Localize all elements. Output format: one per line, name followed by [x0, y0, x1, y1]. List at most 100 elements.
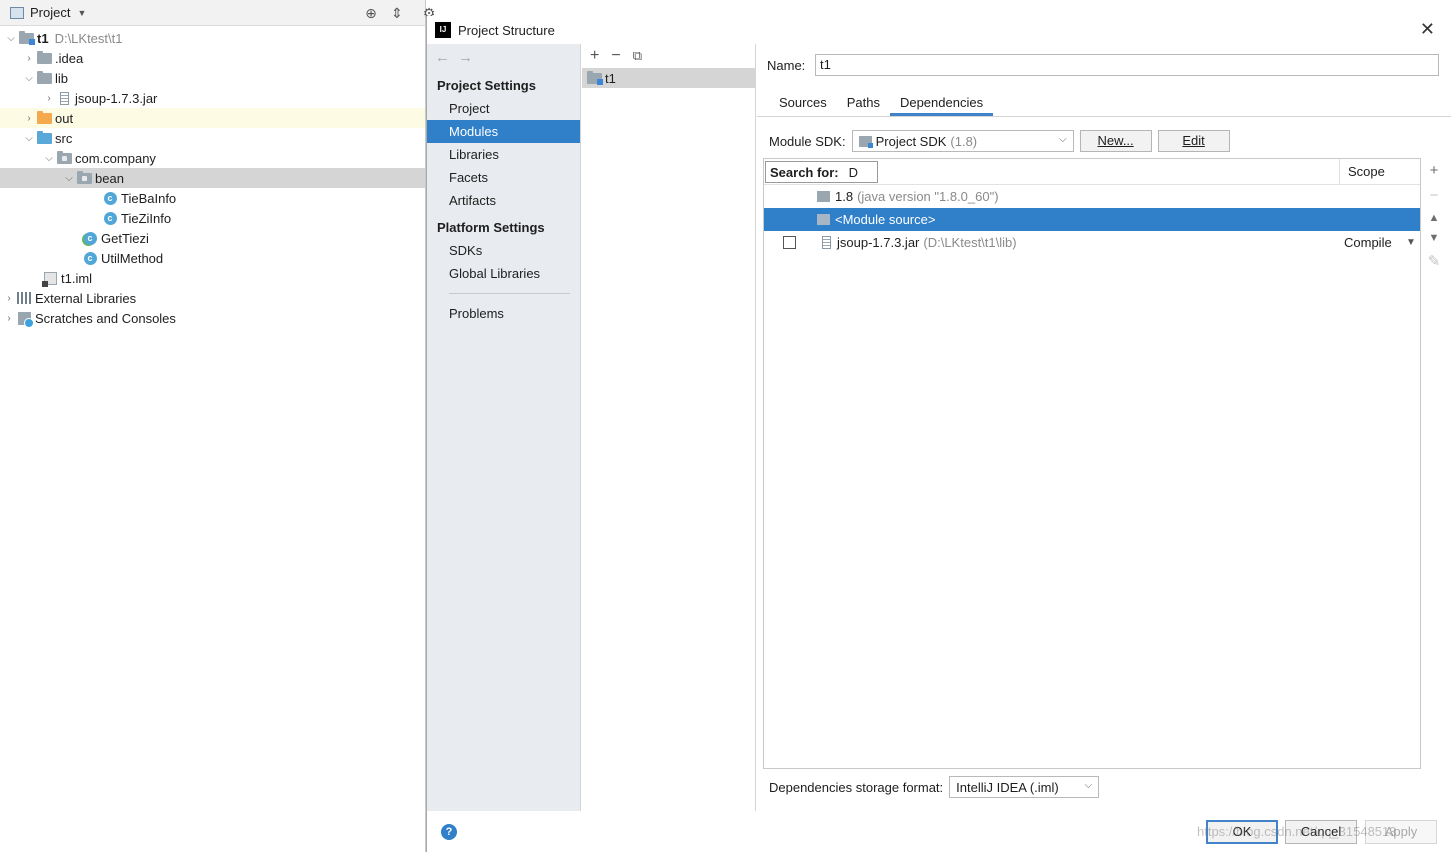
edit-pencil-icon[interactable]: ✎: [1428, 252, 1441, 270]
nav-item-problems[interactable]: Problems: [427, 302, 580, 325]
new-sdk-button[interactable]: New...: [1079, 130, 1152, 152]
nav-item-libraries[interactable]: Libraries: [427, 143, 580, 166]
chevron-down-icon[interactable]: ⌵: [62, 173, 76, 184]
nav-item-facets[interactable]: Facets: [427, 166, 580, 189]
help-icon[interactable]: ?: [441, 824, 457, 840]
tree-item-utilmethod[interactable]: c UtilMethod: [0, 248, 425, 268]
search-input[interactable]: D: [843, 165, 877, 180]
tree-item-scratches[interactable]: › Scratches and Consoles: [0, 308, 425, 328]
nav-item-artifacts[interactable]: Artifacts: [427, 189, 580, 212]
nav-item-sdks[interactable]: SDKs: [427, 239, 580, 262]
modules-list-panel: + − ⧉ t1: [582, 44, 756, 811]
edit-sdk-button[interactable]: Edit: [1157, 130, 1230, 152]
dependency-row-module-source[interactable]: <Module source>: [764, 208, 1420, 231]
table-search-popup[interactable]: Search for: D: [765, 161, 878, 183]
remove-icon[interactable]: −: [611, 47, 620, 65]
class-icon: c: [102, 211, 118, 225]
project-view-selector[interactable]: Project: [30, 5, 70, 20]
tree-item-gettiezi[interactable]: c GetTiezi: [0, 228, 425, 248]
ok-button[interactable]: OK: [1206, 820, 1278, 844]
scope-column-header[interactable]: Scope: [1339, 159, 1421, 185]
copy-icon[interactable]: ⧉: [633, 48, 642, 64]
class-icon: c: [102, 191, 118, 205]
tree-item-tiezinfo[interactable]: c TieZiInfo: [0, 208, 425, 228]
module-sdk-label: Module SDK:: [769, 133, 846, 149]
excluded-folder-icon: [36, 110, 52, 125]
cancel-button[interactable]: Cancel: [1285, 820, 1357, 844]
tree-item-out[interactable]: › out: [0, 108, 425, 128]
jdk-folder-icon: [817, 191, 830, 202]
main-class-icon: c: [82, 231, 98, 245]
libraries-icon: [16, 291, 32, 305]
tree-item-t1-iml[interactable]: t1.iml: [0, 268, 425, 288]
project-structure-dialog: IJ Project Structure ✕ ← → Project Setti…: [426, 16, 1451, 852]
chevron-down-icon[interactable]: ▼: [77, 8, 86, 18]
module-item-t1[interactable]: t1: [582, 68, 755, 88]
storage-format-label: Dependencies storage format:: [769, 779, 944, 795]
chevron-right-icon[interactable]: ›: [22, 53, 36, 64]
tab-paths[interactable]: Paths: [837, 90, 890, 116]
add-icon[interactable]: +: [1430, 162, 1439, 179]
name-label: Name:: [767, 57, 806, 73]
chevron-right-icon[interactable]: ›: [2, 313, 16, 324]
dependency-row-jdk[interactable]: 1.8 (java version "1.8.0_60"): [764, 185, 1420, 208]
forward-arrow-icon[interactable]: →: [458, 49, 473, 66]
chevron-down-icon[interactable]: ⌵: [4, 33, 18, 44]
locate-icon[interactable]: ⊕: [362, 4, 380, 22]
project-tool-window: Project ▼ ⊕ ⇕ ⚙ ⌵ t1 D:\LKtest\t1 › .ide…: [0, 0, 435, 852]
tree-item-t1[interactable]: ⌵ t1 D:\LKtest\t1: [0, 28, 425, 48]
chevron-down-icon[interactable]: ⌵: [22, 73, 36, 84]
back-arrow-icon[interactable]: ←: [435, 49, 450, 66]
project-panel-header: Project ▼ ⊕ ⇕ ⚙: [0, 0, 435, 26]
chevron-right-icon[interactable]: ›: [2, 293, 16, 304]
tabs-divider: [757, 116, 1451, 117]
tree-item-com-company[interactable]: ⌵ com.company: [0, 148, 425, 168]
tree-item-jsoup-jar[interactable]: › jsoup-1.7.3.jar: [0, 88, 425, 108]
package-icon: [56, 150, 72, 165]
tab-sources[interactable]: Sources: [769, 90, 837, 116]
settings-nav: ← → Project Settings Project Modules Lib…: [427, 44, 581, 811]
nav-item-project[interactable]: Project: [427, 97, 580, 120]
chevron-down-icon[interactable]: ▼: [1406, 231, 1416, 254]
tree-item-bean[interactable]: ⌵ bean: [0, 168, 425, 188]
add-icon[interactable]: +: [590, 47, 599, 65]
chevron-down-icon[interactable]: ⌵: [42, 153, 56, 164]
apply-button[interactable]: Apply: [1365, 820, 1437, 844]
collapse-all-icon[interactable]: ⇕: [388, 4, 406, 22]
dialog-title-bar: IJ Project Structure ✕: [427, 16, 1451, 44]
module-sdk-select[interactable]: Project SDK (1.8) ⌵: [851, 130, 1074, 152]
storage-format-select[interactable]: IntelliJ IDEA (.iml) ⌵: [949, 776, 1100, 798]
tree-item-src[interactable]: ⌵ src: [0, 128, 425, 148]
chevron-right-icon[interactable]: ›: [42, 93, 56, 104]
module-tabs: Sources Paths Dependencies: [769, 90, 994, 116]
project-tree[interactable]: ⌵ t1 D:\LKtest\t1 › .idea ⌵ lib › jsoup-…: [0, 28, 425, 328]
package-icon: [76, 170, 92, 185]
chevron-down-icon[interactable]: ⌵: [22, 133, 36, 144]
class-icon: c: [82, 251, 98, 265]
scope-select[interactable]: Compile: [1344, 231, 1392, 254]
dependencies-table-header: Search for: D Scope: [764, 159, 1420, 185]
tree-item-idea[interactable]: › .idea: [0, 48, 425, 68]
module-folder-icon: [586, 70, 603, 85]
export-checkbox[interactable]: [783, 236, 796, 249]
tree-item-tiebainfo[interactable]: c TieBaInfo: [0, 188, 425, 208]
nav-arrows: ← →: [427, 44, 580, 70]
tree-item-external-libraries[interactable]: › External Libraries: [0, 288, 425, 308]
module-name-input[interactable]: t1: [815, 54, 1439, 76]
nav-item-global-libraries[interactable]: Global Libraries: [427, 262, 580, 285]
dependency-row-jsoup[interactable]: jsoup-1.7.3.jar (D:\LKtest\t1\lib) Compi…: [764, 231, 1420, 254]
tab-dependencies[interactable]: Dependencies: [889, 90, 994, 116]
move-up-icon[interactable]: ▲: [1429, 212, 1440, 224]
jar-icon: [818, 236, 834, 250]
dependencies-toolbar: + − ▲ ▼ ✎: [1421, 158, 1447, 769]
sdk-folder-icon: [858, 135, 873, 148]
move-down-icon[interactable]: ▼: [1429, 232, 1440, 244]
project-view-icon: [10, 6, 24, 19]
remove-icon[interactable]: −: [1430, 187, 1439, 204]
close-icon[interactable]: ✕: [1420, 20, 1435, 38]
chevron-right-icon[interactable]: ›: [22, 113, 36, 124]
chevron-down-icon: ⌵: [1084, 780, 1093, 791]
folder-icon: [36, 50, 52, 65]
tree-item-lib[interactable]: ⌵ lib: [0, 68, 425, 88]
nav-item-modules[interactable]: Modules: [427, 120, 580, 143]
